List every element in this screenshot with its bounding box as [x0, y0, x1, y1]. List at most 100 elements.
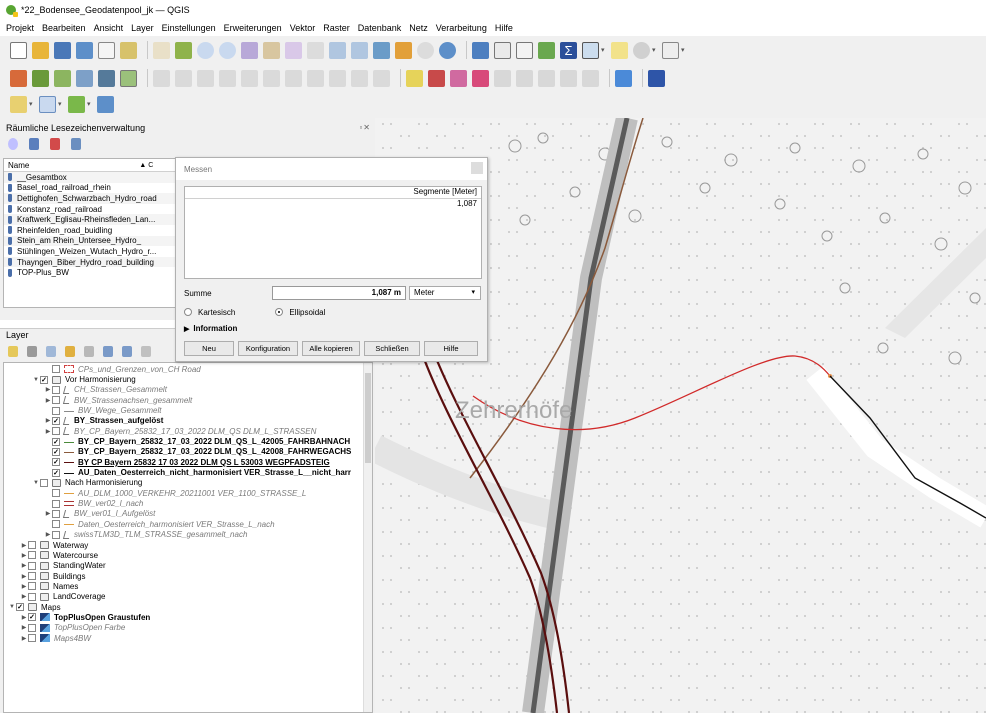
layer-item[interactable]: ▶ ✓ BY_Strassen_aufgelöst [4, 416, 372, 426]
expand-arrow-icon[interactable]: ▶ [20, 624, 28, 631]
layer-item[interactable]: Daten_Oesterreich_harmonisiert VER_Stras… [4, 519, 372, 529]
layer-checkbox[interactable] [52, 385, 60, 394]
new-project-icon[interactable] [10, 41, 27, 59]
help-icon[interactable] [648, 69, 665, 87]
layer-checkbox[interactable] [28, 541, 36, 550]
menu-erweiterungen[interactable]: Erweiterungen [224, 23, 282, 33]
layer-item[interactable]: ▶ Maps4BW [4, 633, 372, 643]
close-button[interactable]: Schließen [364, 341, 420, 356]
open-project-icon[interactable] [32, 41, 49, 59]
layer-item[interactable]: ▶ ✓ TopPlusOpen Graustufen [4, 612, 372, 622]
pin-labels-icon[interactable] [450, 69, 467, 87]
layer-checkbox[interactable]: ✓ [40, 375, 48, 384]
save-project-icon[interactable] [54, 41, 71, 59]
zoom-last-icon[interactable] [329, 41, 346, 59]
identify-icon[interactable] [472, 41, 489, 59]
filter-legend-icon[interactable] [65, 346, 75, 357]
layer-checkbox[interactable] [52, 530, 60, 539]
layer-checkbox[interactable] [52, 396, 60, 405]
zoom-in-icon[interactable] [197, 41, 214, 59]
layer-checkbox[interactable] [28, 572, 36, 581]
dialog-close-icon[interactable] [471, 162, 483, 174]
menu-bearbeiten[interactable]: Bearbeiten [42, 23, 86, 33]
layer-item[interactable]: BW_Wege_Gesammelt [4, 405, 372, 415]
unit-select[interactable]: Meter ▾ [409, 286, 481, 300]
delete-selected-icon[interactable] [263, 69, 280, 87]
manage-visibility-icon[interactable] [46, 346, 56, 357]
help-button[interactable]: Hilfe [424, 341, 478, 356]
filter-expression-icon[interactable] [84, 346, 94, 357]
refresh-icon[interactable] [439, 41, 456, 59]
print-layout-icon[interactable] [98, 41, 115, 59]
layer-checkbox[interactable] [28, 592, 36, 601]
layer-item[interactable]: BW_ver02_l_nach [4, 498, 372, 508]
add-line-feature-icon[interactable] [153, 69, 170, 87]
expand-arrow-icon[interactable]: ▶ [20, 552, 28, 559]
sum-field[interactable]: 1,087 m [272, 286, 406, 300]
style-panel-icon[interactable] [8, 346, 18, 357]
field-calculator-icon[interactable] [516, 41, 533, 59]
zoom-to-layer-icon[interactable] [285, 41, 302, 59]
collapse-arrow-icon[interactable]: ▼ [32, 480, 40, 486]
layer-group[interactable]: ▶ LandCoverage [4, 592, 372, 602]
expand-arrow-icon[interactable]: ▶ [44, 510, 52, 517]
attribute-table-icon[interactable] [494, 41, 511, 59]
measure-dialog-titlebar[interactable]: Messen [176, 158, 487, 180]
paste-features-icon[interactable] [329, 69, 346, 87]
vertex-tool-icon[interactable] [175, 69, 192, 87]
zoom-to-bookmark-icon[interactable] [8, 138, 18, 150]
rotate-label-icon[interactable] [516, 69, 533, 87]
new-3d-view-icon[interactable] [395, 41, 412, 59]
information-toggle[interactable]: ▶ Information [184, 324, 237, 333]
save-edits-icon[interactable] [98, 69, 115, 87]
expand-arrow-icon[interactable]: ▶ [20, 614, 28, 621]
menu-vektor[interactable]: Vektor [290, 23, 316, 33]
layer-checkbox[interactable]: ✓ [52, 447, 60, 456]
layer-group[interactable]: ▼ Nach Harmonisierung [4, 478, 372, 488]
collapse-arrow-icon[interactable]: ▼ [8, 604, 16, 610]
offset-curve-icon[interactable] [241, 69, 258, 87]
expand-arrow-icon[interactable]: ▶ [20, 562, 28, 569]
copy-features-icon[interactable] [307, 69, 324, 87]
pan-icon[interactable] [153, 41, 170, 59]
change-label-icon[interactable] [538, 69, 555, 87]
layer-item[interactable]: AU_DLM_1000_VERKEHR_20211001 VER_1100_ST… [4, 488, 372, 498]
diagram-icon[interactable] [560, 69, 577, 87]
pan-to-selection-icon[interactable] [175, 41, 192, 59]
layer-checkbox[interactable] [52, 406, 60, 415]
radio-cartesian[interactable]: Kartesisch [184, 308, 235, 317]
layer-item[interactable]: ▶ BW_Strassenachsen_gesammelt [4, 395, 372, 405]
menu-netz[interactable]: Netz [409, 23, 428, 33]
layer-group[interactable]: ▶ Buildings [4, 571, 372, 581]
add-vector-layer-icon[interactable] [54, 69, 71, 87]
text-annotation-icon[interactable] [662, 41, 679, 59]
menu-verarbeitung[interactable]: Verarbeitung [436, 23, 487, 33]
layer-checkbox[interactable] [52, 509, 60, 518]
layer-tree-scrollbar[interactable] [363, 363, 372, 712]
reshape-icon[interactable] [219, 69, 236, 87]
layer-group[interactable]: ▼ ✓ Maps [4, 602, 372, 612]
layer-item[interactable]: ✓ BY_CP_Bayern_25832_17_03_2022 DLM_QS_L_… [4, 436, 372, 446]
layer-checkbox[interactable] [52, 499, 60, 508]
layer-group[interactable]: ▶ StandingWater [4, 561, 372, 571]
layer-checkbox[interactable]: ✓ [52, 416, 60, 425]
layer-checkbox[interactable]: ✓ [52, 468, 60, 477]
label-options-icon[interactable] [582, 69, 599, 87]
menu-raster[interactable]: Raster [323, 23, 350, 33]
layer-item[interactable]: ▶ BY_CP_Bayern_25832_17_03_2022 DLM_QS DL… [4, 426, 372, 436]
layer-checkbox[interactable] [52, 489, 60, 498]
select-features-icon[interactable] [10, 95, 27, 113]
segment-value[interactable]: 1,087 [185, 199, 481, 208]
expand-arrow-icon[interactable]: ▶ [20, 593, 28, 600]
expand-arrow-icon[interactable]: ▶ [44, 531, 52, 538]
label-toolbar-icon[interactable] [406, 69, 423, 87]
expand-arrow-icon[interactable]: ▶ [20, 542, 28, 549]
layer-checkbox[interactable]: ✓ [52, 458, 60, 467]
layout-manager-icon[interactable] [120, 41, 137, 59]
add-bookmark-icon[interactable] [29, 138, 39, 150]
digitize-current-layer-icon[interactable] [10, 69, 27, 87]
copy-all-button[interactable]: Alle kopieren [302, 341, 360, 356]
layer-checkbox[interactable]: ✓ [52, 437, 60, 446]
layer-group[interactable]: ▶ Names [4, 581, 372, 591]
layer-group[interactable]: ▼ ✓ Vor Harmonisierung [4, 374, 372, 384]
